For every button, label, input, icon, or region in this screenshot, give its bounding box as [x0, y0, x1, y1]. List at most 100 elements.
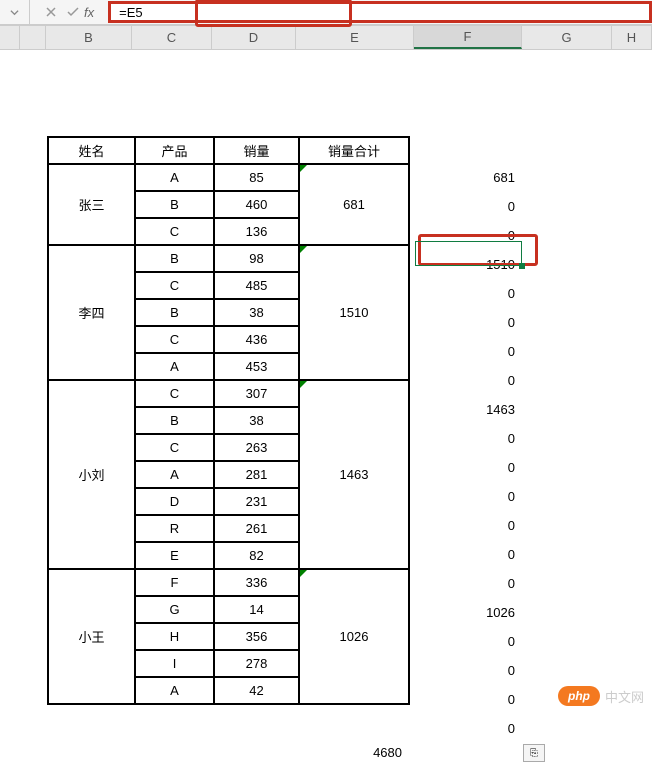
cell-sales[interactable]: 307: [214, 380, 299, 407]
cell-product[interactable]: A: [135, 164, 214, 191]
f-column-cell[interactable]: 0: [413, 192, 521, 221]
f-column-cell[interactable]: 0: [413, 482, 521, 511]
cell-product[interactable]: B: [135, 245, 214, 272]
cell-product[interactable]: C: [135, 218, 214, 245]
cell-product[interactable]: E: [135, 542, 214, 569]
cell-name[interactable]: 李四: [48, 245, 135, 380]
f-column-cell[interactable]: 0: [413, 627, 521, 656]
cell-sales[interactable]: 261: [214, 515, 299, 542]
cell-product[interactable]: A: [135, 677, 214, 704]
cell-product[interactable]: H: [135, 623, 214, 650]
cell-sales[interactable]: 436: [214, 326, 299, 353]
f-column-cell[interactable]: 0: [413, 424, 521, 453]
cell-sales[interactable]: 14: [214, 596, 299, 623]
cell-sales[interactable]: 460: [214, 191, 299, 218]
cell-product[interactable]: A: [135, 461, 214, 488]
col-header-g[interactable]: G: [522, 26, 612, 49]
cell-sales[interactable]: 98: [214, 245, 299, 272]
cell-product[interactable]: G: [135, 596, 214, 623]
cell-product[interactable]: D: [135, 488, 214, 515]
cell-total[interactable]: 1463: [299, 380, 409, 569]
table-row: 小刘C3071463: [48, 380, 409, 407]
f-column-cell[interactable]: 1026: [413, 598, 521, 627]
grand-total-cell[interactable]: 4680: [305, 745, 408, 760]
watermark: php 中文网: [558, 686, 644, 706]
cell-product[interactable]: R: [135, 515, 214, 542]
f-column-cell[interactable]: 0: [413, 221, 521, 250]
f-column-cell[interactable]: 0: [413, 685, 521, 714]
col-header-b[interactable]: B: [46, 26, 132, 49]
header-total[interactable]: 销量合计: [299, 137, 409, 164]
cell-sales[interactable]: 85: [214, 164, 299, 191]
cell-sales[interactable]: 38: [214, 299, 299, 326]
f-column-cell[interactable]: 0: [413, 569, 521, 598]
f-column-cell[interactable]: 0: [413, 714, 521, 743]
cell-sales[interactable]: 42: [214, 677, 299, 704]
f-column-cell[interactable]: 0: [413, 656, 521, 685]
cell-product[interactable]: C: [135, 326, 214, 353]
cell-product[interactable]: F: [135, 569, 214, 596]
formula-bar: fx =E5: [0, 0, 652, 26]
cell-sales[interactable]: 136: [214, 218, 299, 245]
cell-product[interactable]: C: [135, 272, 214, 299]
chevron-down-icon: [10, 8, 19, 17]
col-header-f[interactable]: F: [414, 26, 522, 49]
cell-product[interactable]: I: [135, 650, 214, 677]
f-column-cell[interactable]: 0: [413, 453, 521, 482]
cancel-icon[interactable]: [40, 1, 62, 23]
header-name[interactable]: 姓名: [48, 137, 135, 164]
cell-sales[interactable]: 38: [214, 407, 299, 434]
col-header-h[interactable]: H: [612, 26, 652, 49]
select-all-corner[interactable]: [0, 26, 20, 49]
column-headers: B C D E F G H: [0, 26, 652, 50]
cell-sales[interactable]: 231: [214, 488, 299, 515]
cell-sales[interactable]: 453: [214, 353, 299, 380]
col-header-d[interactable]: D: [212, 26, 296, 49]
f-column-cell[interactable]: 0: [413, 511, 521, 540]
table-row: 小王F3361026: [48, 569, 409, 596]
formula-input[interactable]: =E5: [108, 1, 652, 23]
f-column-cell[interactable]: 0: [413, 279, 521, 308]
header-sales[interactable]: 销量: [214, 137, 299, 164]
paste-options-button[interactable]: ⎘: [523, 744, 545, 762]
cell-product[interactable]: C: [135, 434, 214, 461]
col-header-e[interactable]: E: [296, 26, 414, 49]
php-logo: php: [558, 686, 600, 706]
col-header-c[interactable]: C: [132, 26, 212, 49]
table-header-row: 姓名 产品 销量 销量合计: [48, 137, 409, 164]
f-column-cell[interactable]: 0: [413, 366, 521, 395]
cell-sales[interactable]: 336: [214, 569, 299, 596]
confirm-icon[interactable]: [62, 1, 84, 23]
cell-name[interactable]: 小王: [48, 569, 135, 704]
f-column-cell[interactable]: 681: [413, 163, 521, 192]
f-column-cell[interactable]: 0: [413, 540, 521, 569]
header-product[interactable]: 产品: [135, 137, 214, 164]
formula-controls: fx: [30, 1, 108, 23]
data-table: 姓名 产品 销量 销量合计 张三A85681B460C136李四B981510C…: [47, 136, 410, 705]
f-column-cell[interactable]: 1463: [413, 395, 521, 424]
name-box[interactable]: [0, 0, 30, 24]
cell-sales[interactable]: 263: [214, 434, 299, 461]
cell-total[interactable]: 1026: [299, 569, 409, 704]
cell-product[interactable]: B: [135, 299, 214, 326]
cell-sales[interactable]: 281: [214, 461, 299, 488]
cell-total[interactable]: 1510: [299, 245, 409, 380]
f-column-cell[interactable]: 1510: [413, 250, 521, 279]
cell-name[interactable]: 小刘: [48, 380, 135, 569]
cell-sales[interactable]: 485: [214, 272, 299, 299]
cell-product[interactable]: B: [135, 407, 214, 434]
col-header-a-partial[interactable]: [20, 26, 46, 49]
f-column-cell[interactable]: 0: [413, 337, 521, 366]
cell-product[interactable]: B: [135, 191, 214, 218]
cell-sales[interactable]: 82: [214, 542, 299, 569]
f-column-cell[interactable]: 0: [413, 308, 521, 337]
fx-icon[interactable]: fx: [84, 5, 94, 20]
cell-product[interactable]: A: [135, 353, 214, 380]
cell-name[interactable]: 张三: [48, 164, 135, 245]
cell-product[interactable]: C: [135, 380, 214, 407]
cell-total[interactable]: 681: [299, 164, 409, 245]
watermark-text: 中文网: [605, 687, 644, 706]
f-column-values: 6810015100000146300000010260000: [413, 163, 521, 743]
cell-sales[interactable]: 278: [214, 650, 299, 677]
cell-sales[interactable]: 356: [214, 623, 299, 650]
